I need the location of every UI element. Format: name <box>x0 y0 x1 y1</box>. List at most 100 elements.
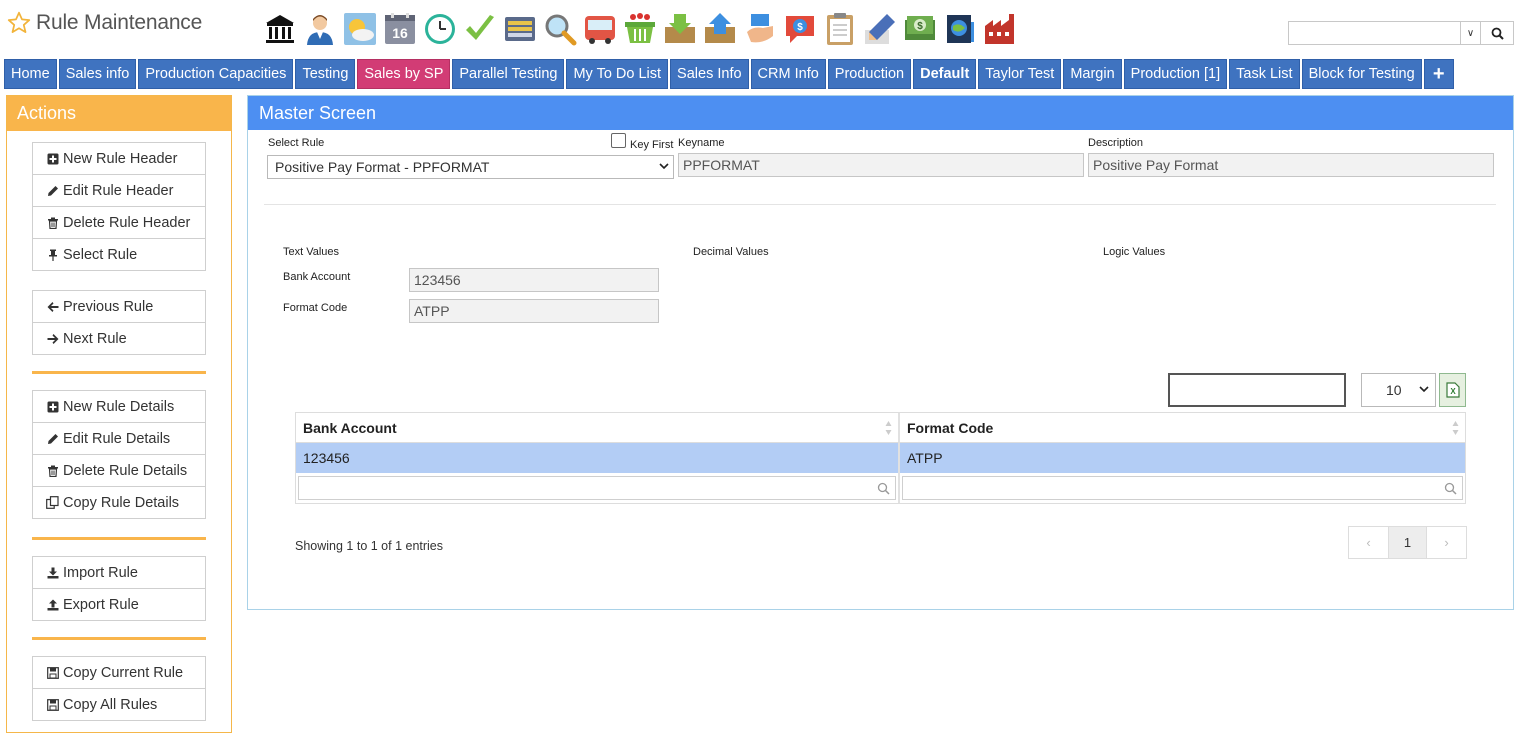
edit-rule-details-button[interactable]: Edit Rule Details <box>32 422 206 455</box>
logic-values-label: Logic Values <box>1103 246 1166 258</box>
next-rule-button[interactable]: Next Rule <box>32 322 206 355</box>
tab-home[interactable]: Home <box>4 59 57 89</box>
previous-rule-button[interactable]: Previous Rule <box>32 290 206 323</box>
table-row[interactable]: 123456 ATPP <box>296 443 1465 473</box>
key-first-checkbox[interactable] <box>611 133 626 148</box>
import-rule-button[interactable]: Import Rule <box>32 556 206 589</box>
download-box-icon[interactable] <box>662 11 698 47</box>
previous-page-button[interactable]: ‹ <box>1349 527 1388 558</box>
hand-icon[interactable] <box>742 11 778 47</box>
actions-title: Actions <box>7 96 231 131</box>
tab-crm-info[interactable]: CRM Info <box>750 59 826 89</box>
tab-sales-info[interactable]: Sales info <box>58 59 137 89</box>
description-field[interactable]: Positive Pay Format <box>1088 153 1494 177</box>
column-filter-format-code <box>900 473 1465 503</box>
keyboard-icon[interactable] <box>502 11 538 47</box>
column-header-format-code[interactable]: Format Code <box>900 413 1465 443</box>
page-size-select[interactable]: 10 <box>1361 373 1436 407</box>
nav-tabs: Home Sales info Production Capacities Te… <box>4 59 1454 89</box>
user-icon[interactable] <box>302 11 338 47</box>
tab-margin[interactable]: Margin <box>1063 59 1122 89</box>
key-first-label: Key First <box>630 139 674 151</box>
actions-panel: Actions New Rule Header Edit Rule Header… <box>6 95 232 733</box>
upload-box-icon[interactable] <box>702 11 738 47</box>
edit-rule-header-button[interactable]: Edit Rule Header <box>32 174 206 207</box>
page-title: Rule Maintenance <box>36 11 203 34</box>
clock-icon[interactable] <box>422 11 458 47</box>
copy-rule-actions: Copy Current Rule Copy All Rules <box>32 656 206 721</box>
svg-text:$: $ <box>797 22 803 33</box>
checkmark-icon[interactable] <box>462 11 498 47</box>
select-rule-button[interactable]: Select Rule <box>32 238 206 271</box>
chevron-down-icon <box>659 161 669 174</box>
pencil-icon[interactable] <box>862 11 898 47</box>
cash-icon[interactable]: $ <box>902 11 938 47</box>
rule-details-table: Bank Account Format Code 123456 ATPP <box>295 412 1466 504</box>
tab-testing[interactable]: Testing <box>295 59 356 89</box>
tab-default[interactable]: Default <box>913 59 977 89</box>
rule-header-actions: New Rule Header Edit Rule Header Delete … <box>32 142 206 271</box>
copy-current-rule-button[interactable]: Copy Current Rule <box>32 656 206 689</box>
global-search-input[interactable] <box>1288 21 1460 45</box>
calendar-icon[interactable]: 16 <box>382 11 418 47</box>
grid-search-input[interactable] <box>1168 373 1346 407</box>
tab-parallel-testing[interactable]: Parallel Testing <box>452 59 565 89</box>
delete-rule-header-button[interactable]: Delete Rule Header <box>32 206 206 239</box>
search-button[interactable] <box>1481 21 1514 45</box>
keyname-field[interactable]: PPFORMAT <box>678 153 1084 177</box>
globe-book-icon[interactable] <box>942 11 978 47</box>
factory-icon[interactable] <box>982 11 1018 47</box>
select-rule-dropdown[interactable]: Positive Pay Format - PPFORMAT <box>267 155 674 179</box>
new-rule-details-button[interactable]: New Rule Details <box>32 390 206 423</box>
table-header-row: Bank Account Format Code <box>296 413 1465 443</box>
new-rule-header-button[interactable]: New Rule Header <box>32 142 206 175</box>
text-values-label: Text Values <box>283 246 340 258</box>
clipboard-icon[interactable] <box>822 11 858 47</box>
bank-account-field[interactable]: 123456 <box>409 268 659 292</box>
money-bubble-icon[interactable]: $ <box>782 11 818 47</box>
delete-rule-details-button[interactable]: Delete Rule Details <box>32 454 206 487</box>
master-screen-title: Master Screen <box>248 96 1513 130</box>
tab-block-for-testing[interactable]: Block for Testing <box>1301 59 1422 89</box>
pushpin-icon <box>46 248 59 261</box>
table-info: Showing 1 to 1 of 1 entries <box>295 539 444 553</box>
tab-production-1[interactable]: Production [1] <box>1123 59 1228 89</box>
pencil-icon <box>46 184 59 197</box>
tab-production-capacities[interactable]: Production Capacities <box>138 59 294 89</box>
trash-icon <box>46 216 59 229</box>
search-icon <box>877 482 890 495</box>
column-filter-input[interactable] <box>298 476 896 500</box>
export-excel-button[interactable]: X <box>1439 373 1466 407</box>
star-icon[interactable] <box>6 10 32 36</box>
tab-sales-info-2[interactable]: Sales Info <box>670 59 749 89</box>
tab-production[interactable]: Production <box>827 59 912 89</box>
basket-icon[interactable] <box>622 11 658 47</box>
tab-taylor-test[interactable]: Taylor Test <box>978 59 1062 89</box>
page-1-button[interactable]: 1 <box>1388 527 1427 558</box>
bus-icon[interactable] <box>582 11 618 47</box>
app-title: Rule Maintenance <box>6 8 202 38</box>
format-code-field[interactable]: ATPP <box>409 299 659 323</box>
add-tab-button[interactable]: + <box>1423 59 1454 89</box>
pencil-icon <box>46 432 59 445</box>
next-page-button[interactable]: › <box>1427 527 1466 558</box>
copy-rule-details-button[interactable]: Copy Rule Details <box>32 486 206 519</box>
export-rule-button[interactable]: Export Rule <box>32 588 206 621</box>
column-filter-input[interactable] <box>902 476 1463 500</box>
svg-text:16: 16 <box>392 25 408 41</box>
search-dropdown-button[interactable]: ∨ <box>1460 21 1481 45</box>
upload-icon <box>46 598 59 611</box>
bank-account-label: Bank Account <box>283 271 351 283</box>
copy-all-rules-button[interactable]: Copy All Rules <box>32 688 206 721</box>
floppy-disk-icon <box>46 698 59 711</box>
select-rule-label: Select Rule <box>268 137 325 149</box>
tab-sales-by-sp[interactable]: Sales by SP <box>357 59 451 89</box>
bank-icon[interactable] <box>262 11 298 47</box>
format-code-label: Format Code <box>283 302 348 314</box>
column-header-bank-account[interactable]: Bank Account <box>296 413 900 443</box>
tab-task-list[interactable]: Task List <box>1229 59 1300 89</box>
tab-my-to-do-list[interactable]: My To Do List <box>566 59 669 89</box>
weather-icon[interactable] <box>342 11 378 47</box>
magnifier-icon[interactable] <box>542 11 578 47</box>
arrow-right-icon <box>46 332 59 345</box>
